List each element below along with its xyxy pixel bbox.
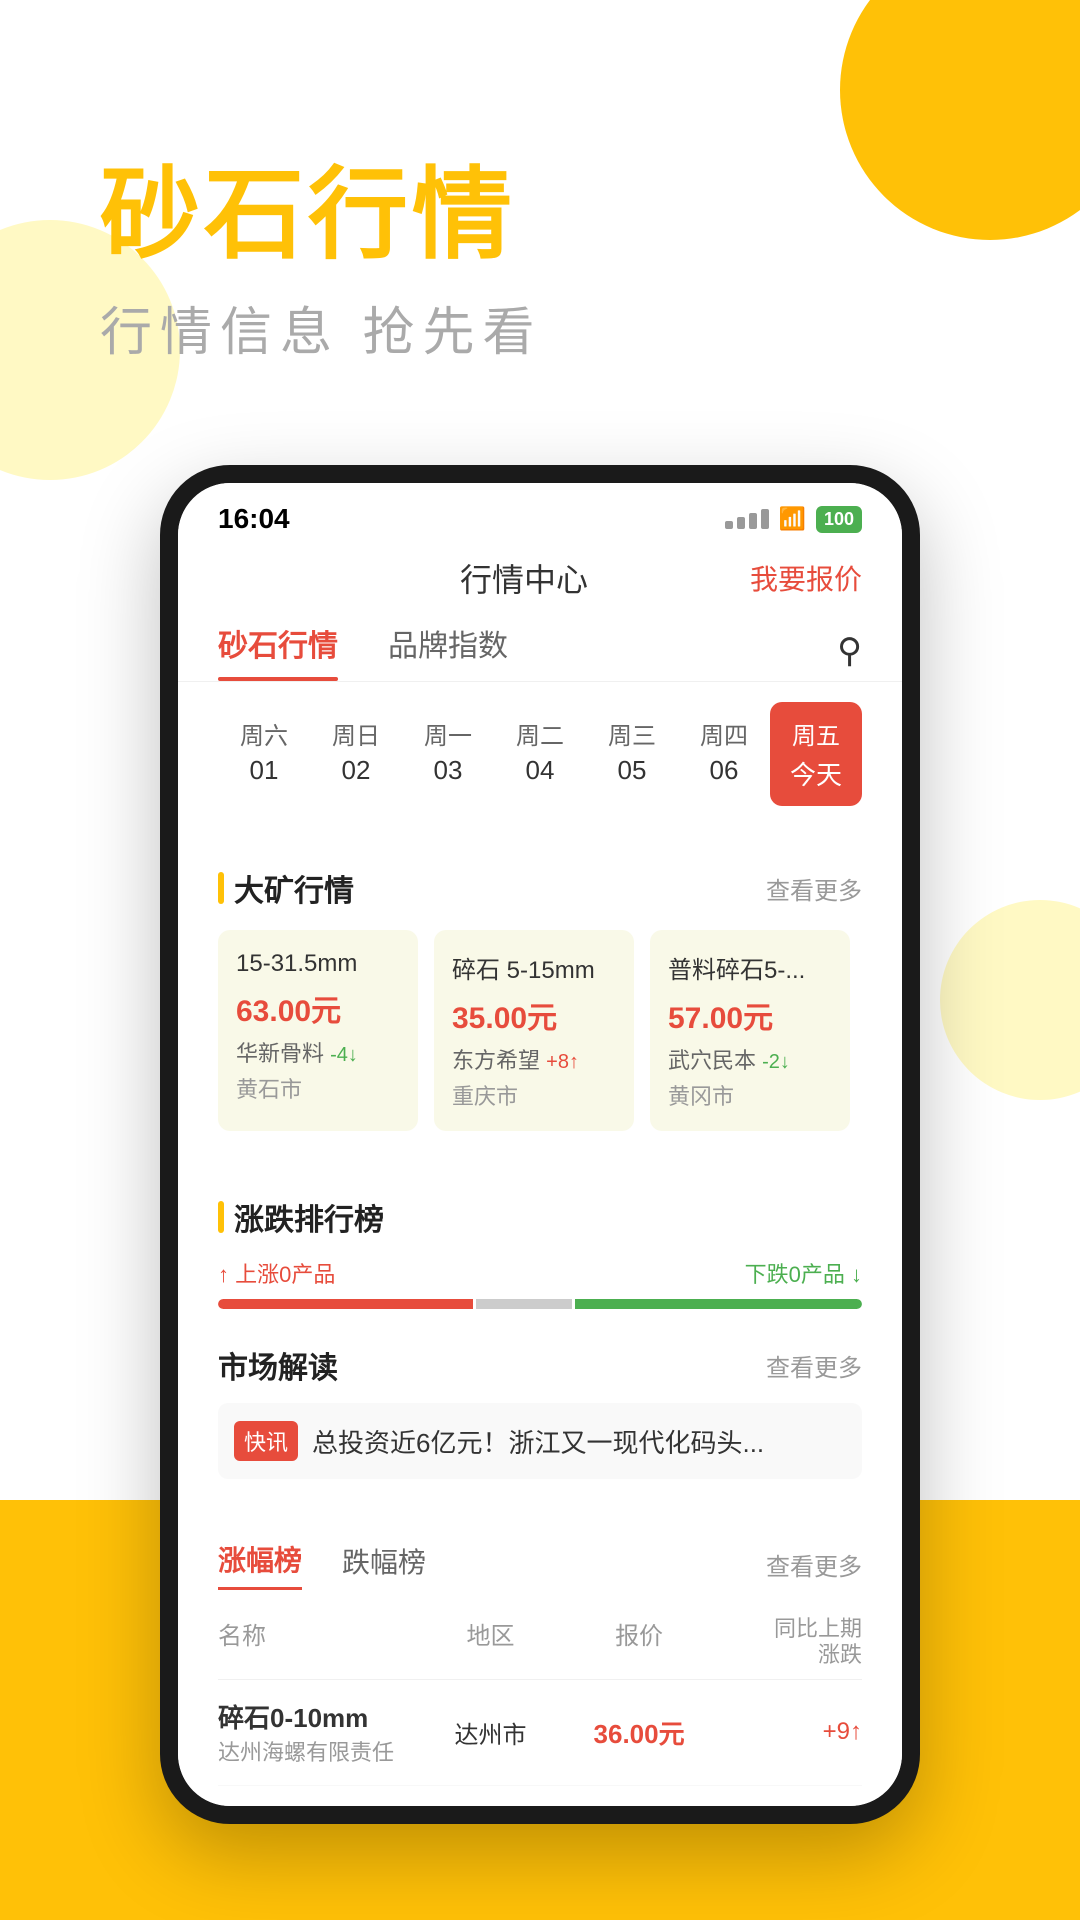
market-card-2[interactable]: 普料碎石5-... 57.00元 武穴民本 -2↓ 黄冈市 bbox=[650, 930, 850, 1131]
wifi-icon: 📶 bbox=[779, 506, 806, 532]
market-section: 大矿行情 查看更多 15-31.5mm 63.00元 华新骨料 -4↓ 黄石市 … bbox=[178, 842, 902, 1155]
col-header-price: 报价 bbox=[565, 1616, 714, 1669]
market-section-header: 大矿行情 查看更多 bbox=[218, 866, 862, 910]
rise-label: ↑ 上涨0产品 bbox=[218, 1257, 335, 1289]
rank-row-0[interactable]: 碎石0-10mm 达州海螺有限责任 达州市 36.00元 +9↑ bbox=[218, 1680, 862, 1786]
day-item-6[interactable]: 周五 今天 bbox=[770, 702, 862, 806]
rise-fall-labels: ↑ 上涨0产品 下跌0产品 ↓ bbox=[218, 1257, 862, 1289]
market-more-button[interactable]: 查看更多 bbox=[766, 871, 862, 906]
insight-header: 市场解读 查看更多 bbox=[218, 1343, 862, 1387]
fall-label: 下跌0产品 ↓ bbox=[745, 1257, 862, 1289]
insight-section: 市场解读 查看更多 快讯 总投资近6亿元！浙江又一现代化码头... bbox=[178, 1333, 902, 1503]
phone-mockup: 16:04 📶 100 行情中心 我要报价 砂石行情 bbox=[160, 465, 920, 1824]
col-header-change: 同比上期涨跌 bbox=[713, 1616, 862, 1669]
hero-title: 砂石行情 bbox=[100, 160, 1000, 270]
col-header-region: 地区 bbox=[416, 1616, 565, 1669]
header-title: 行情中心 bbox=[460, 555, 588, 601]
market-title: 大矿行情 bbox=[218, 866, 354, 910]
insight-item[interactable]: 快讯 总投资近6亿元！浙江又一现代化码头... bbox=[218, 1403, 862, 1479]
day-item-1[interactable]: 周日 02 bbox=[310, 702, 402, 806]
rank-section: 涨幅榜 跌幅榜 查看更多 名称 地区 报价 同比上期涨跌 碎石0-10mm 达州… bbox=[178, 1519, 902, 1806]
insight-text: 总投资近6亿元！浙江又一现代化码头... bbox=[312, 1423, 846, 1460]
tab-sand-market[interactable]: 砂石行情 bbox=[218, 621, 338, 681]
status-icons: 📶 100 bbox=[725, 506, 862, 533]
signal-icon bbox=[725, 509, 769, 529]
day-item-0[interactable]: 周六 01 bbox=[218, 702, 310, 806]
tab-brand-index[interactable]: 品牌指数 bbox=[388, 621, 508, 681]
col-header-name: 名称 bbox=[218, 1616, 416, 1669]
day-item-5[interactable]: 周四 06 bbox=[678, 702, 770, 806]
status-bar: 16:04 📶 100 bbox=[178, 483, 902, 545]
fall-bar bbox=[575, 1299, 862, 1309]
hero-subtitle: 行情信息 抢先看 bbox=[100, 290, 1000, 365]
battery-indicator: 100 bbox=[816, 506, 862, 533]
day-item-3[interactable]: 周二 04 bbox=[494, 702, 586, 806]
hero-section: 砂石行情 行情信息 抢先看 bbox=[0, 0, 1080, 425]
rank-tab-fall[interactable]: 跌幅榜 bbox=[342, 1541, 426, 1589]
status-time: 16:04 bbox=[218, 503, 290, 535]
rise-bar bbox=[218, 1299, 473, 1309]
rise-fall-section: 涨跌排行榜 ↑ 上涨0产品 下跌0产品 ↓ bbox=[178, 1171, 902, 1333]
search-icon[interactable]: ⚲ bbox=[837, 631, 862, 671]
insight-more-button[interactable]: 查看更多 bbox=[766, 1348, 862, 1383]
tabs-row: 砂石行情 品牌指数 ⚲ bbox=[178, 621, 902, 682]
day-item-2[interactable]: 周一 03 bbox=[402, 702, 494, 806]
rank-more-button[interactable]: 查看更多 bbox=[766, 1547, 862, 1582]
neutral-bar bbox=[476, 1299, 572, 1309]
market-card-0[interactable]: 15-31.5mm 63.00元 华新骨料 -4↓ 黄石市 bbox=[218, 930, 418, 1131]
day-selector: 周六 01 周日 02 周一 03 周二 04 周三 05 周四 06 bbox=[178, 682, 902, 826]
insight-badge: 快讯 bbox=[234, 1421, 298, 1461]
market-card-1[interactable]: 碎石 5-15mm 35.00元 东方希望 +8↑ 重庆市 bbox=[434, 930, 634, 1131]
rise-fall-title: 涨跌排行榜 bbox=[218, 1195, 862, 1239]
insight-title: 市场解读 bbox=[218, 1343, 338, 1387]
report-price-button[interactable]: 我要报价 bbox=[750, 558, 862, 598]
market-cards: 15-31.5mm 63.00元 华新骨料 -4↓ 黄石市 碎石 5-15mm … bbox=[218, 930, 862, 1131]
rank-product-0: 碎石0-10mm 达州海螺有限责任 bbox=[218, 1698, 416, 1767]
phone-container: 16:04 📶 100 行情中心 我要报价 砂石行情 bbox=[0, 465, 1080, 1824]
rank-tabs: 涨幅榜 跌幅榜 查看更多 bbox=[218, 1539, 862, 1590]
rank-tab-rise[interactable]: 涨幅榜 bbox=[218, 1539, 302, 1590]
day-item-4[interactable]: 周三 05 bbox=[586, 702, 678, 806]
rank-table-header: 名称 地区 报价 同比上期涨跌 bbox=[218, 1606, 862, 1680]
app-header: 行情中心 我要报价 bbox=[178, 545, 902, 621]
rise-fall-bar bbox=[218, 1299, 862, 1309]
